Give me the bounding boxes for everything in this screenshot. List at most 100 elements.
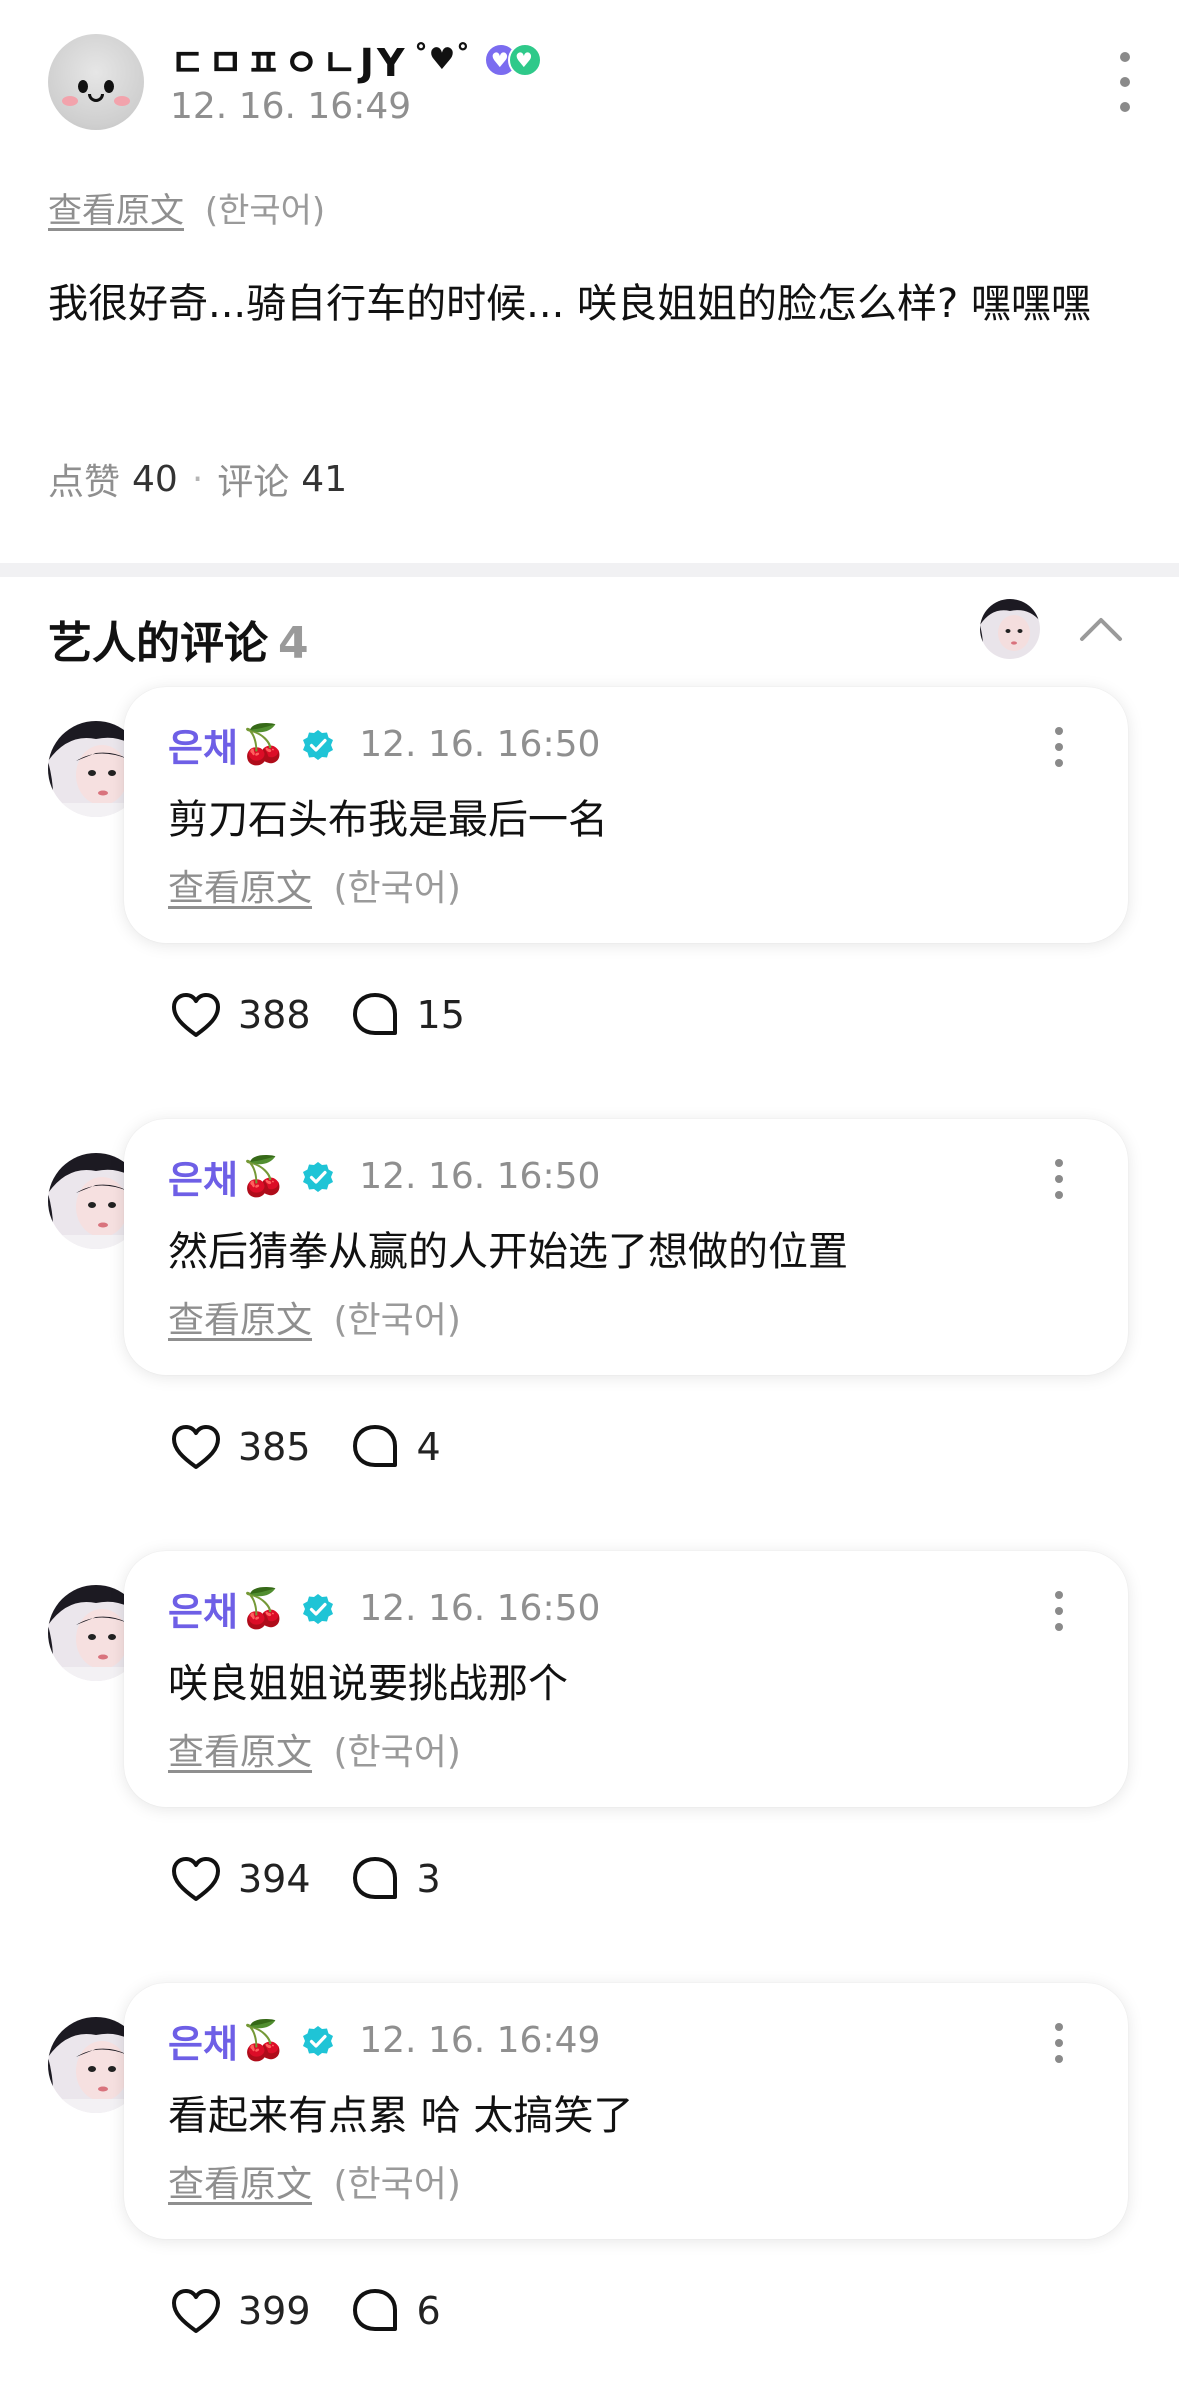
verified-badge-icon — [303, 2025, 334, 2056]
comment-translate-row: 查看原文 (한국어) — [168, 2155, 461, 2207]
artist-comments-list: 은채 🍒 12. 16. 16:50 剪刀石头布我是最后一名 查看原文 (한국어… — [0, 687, 1179, 2381]
heart-icon[interactable] — [168, 1851, 224, 1907]
artist-comment: 은채 🍒 12. 16. 16:50 咲良姐姐说要挑战那个 查看原文 (한국어)… — [0, 1551, 1179, 1983]
verified-badge-icon — [303, 1593, 334, 1624]
artist-comment: 은채 🍒 12. 16. 16:50 然后猜拳从赢的人开始选了想做的位置 查看原… — [0, 1119, 1179, 1551]
author-name-decoration: ˚♥˚ — [413, 42, 471, 77]
post-timestamp: 12. 16. 16:49 — [170, 86, 412, 127]
view-original-link[interactable]: 查看原文 — [48, 191, 184, 231]
comment-header: 은채 🍒 12. 16. 16:49 — [168, 2013, 600, 2068]
artist-name[interactable]: 은채 — [168, 1149, 238, 1204]
artist-name[interactable]: 은채 — [168, 2013, 238, 2068]
comment-timestamp: 12. 16. 16:50 — [359, 724, 601, 765]
author-name[interactable]: ㄷㅁㅍㅇㄴJY — [170, 32, 407, 87]
comment-header: 은채 🍒 12. 16. 16:50 — [168, 717, 600, 772]
post-more-options-icon[interactable] — [1119, 52, 1131, 112]
comment-timestamp: 12. 16. 16:49 — [359, 2020, 601, 2061]
comment-text: 看起来有点累 哈 太搞笑了 — [168, 2093, 634, 2139]
reply-count: 6 — [416, 2289, 441, 2333]
comment-actions: 399 6 — [168, 2283, 441, 2339]
comment-more-options-icon[interactable] — [1054, 727, 1064, 767]
like-count: 399 — [238, 2289, 311, 2333]
heart-icon[interactable] — [168, 987, 224, 1043]
avatar-mouth — [88, 94, 104, 102]
section-title: 艺人的评论 4 — [48, 607, 309, 671]
author-avatar[interactable] — [48, 34, 144, 130]
comment-actions: 394 3 — [168, 1851, 441, 1907]
likes-label[interactable]: 点赞 — [48, 453, 120, 505]
like-count: 385 — [238, 1425, 311, 1469]
avatar-eye — [78, 80, 88, 93]
comment-bubble[interactable]: 은채 🍒 12. 16. 16:50 咲良姐姐说要挑战那个 查看原文 (한국어) — [124, 1551, 1128, 1807]
comment-header: 은채 🍒 12. 16. 16:50 — [168, 1149, 600, 1204]
author-name-row[interactable]: ㄷㅁㅍㅇㄴJY ˚♥˚ ♥ ♥ — [170, 32, 543, 87]
post-card: ㄷㅁㅍㅇㄴJY ˚♥˚ ♥ ♥ 12. 16. 16:49 查看原文 (한국어)… — [0, 0, 1179, 563]
cherry-emoji: 🍒 — [239, 722, 288, 766]
heart-icon[interactable] — [168, 2283, 224, 2339]
heart-icon[interactable] — [168, 1419, 224, 1475]
comment-text: 剪刀石头布我是最后一名 — [168, 797, 608, 843]
post-body-text: 我很好奇...骑自行车的时候... 咲良姐姐的脸怎么样? 嘿嘿嘿 — [48, 281, 1091, 327]
chevron-up-icon[interactable] — [1078, 607, 1124, 653]
comment-bubble[interactable]: 은채 🍒 12. 16. 16:49 看起来有点累 哈 太搞笑了 查看原文 (한… — [124, 1983, 1128, 2239]
verified-badge-icon — [303, 729, 334, 760]
cherry-emoji: 🍒 — [239, 1154, 288, 1198]
artist-mini-avatar[interactable] — [980, 599, 1040, 659]
artist-comment: 은채 🍒 12. 16. 16:50 剪刀石头布我是最后一名 查看原文 (한국어… — [0, 687, 1179, 1119]
section-count: 4 — [278, 618, 309, 669]
verified-badge-icon — [303, 1161, 334, 1192]
original-language: (한국어) — [333, 1300, 461, 1341]
comment-translate-row: 查看原文 (한국어) — [168, 1291, 461, 1343]
original-language: (한국어) — [333, 868, 461, 909]
comment-bubble[interactable]: 은채 🍒 12. 16. 16:50 剪刀石头布我是最后一名 查看原文 (한국어… — [124, 687, 1128, 943]
comment-text: 咲良姐姐说要挑战那个 — [168, 1661, 568, 1707]
membership-badges: ♥ ♥ — [484, 42, 543, 77]
comment-timestamp: 12. 16. 16:50 — [359, 1588, 601, 1629]
reply-bubble-icon[interactable] — [347, 1419, 403, 1475]
artist-name[interactable]: 은채 — [168, 717, 238, 772]
reply-count: 15 — [416, 993, 465, 1037]
comments-count: 41 — [301, 458, 348, 500]
like-count: 394 — [238, 1857, 311, 1901]
comments-label[interactable]: 评论 — [217, 453, 289, 505]
post-stats: 点赞 40 · 评论 41 — [48, 453, 347, 505]
view-original-link[interactable]: 查看原文 — [168, 1300, 312, 1341]
post-translate-row: 查看原文 (한국어) — [48, 183, 325, 232]
comment-translate-row: 查看原文 (한국어) — [168, 859, 461, 911]
avatar-cheek — [114, 96, 130, 106]
artist-name[interactable]: 은채 — [168, 1581, 238, 1636]
like-count: 388 — [238, 993, 311, 1037]
comment-header: 은채 🍒 12. 16. 16:50 — [168, 1581, 600, 1636]
comment-actions: 385 4 — [168, 1419, 441, 1475]
reply-bubble-icon[interactable] — [347, 987, 403, 1043]
comment-bubble[interactable]: 은채 🍒 12. 16. 16:50 然后猜拳从赢的人开始选了想做的位置 查看原… — [124, 1119, 1128, 1375]
comment-actions: 388 15 — [168, 987, 465, 1043]
comment-translate-row: 查看原文 (한국어) — [168, 1723, 461, 1775]
comment-more-options-icon[interactable] — [1054, 1591, 1064, 1631]
reply-count: 4 — [416, 1425, 441, 1469]
view-original-link[interactable]: 查看原文 — [168, 1732, 312, 1773]
avatar-eye — [104, 80, 114, 93]
separator-dot: · — [191, 458, 204, 500]
reply-count: 3 — [416, 1857, 441, 1901]
cherry-emoji: 🍒 — [239, 2018, 288, 2062]
original-language: (한국어) — [333, 1732, 461, 1773]
original-language: (한국어) — [204, 191, 326, 231]
artist-comments-header: 艺人的评论 4 — [0, 577, 1179, 687]
view-original-link[interactable]: 查看原文 — [168, 2164, 312, 2205]
comment-text: 然后猜拳从赢的人开始选了想做的位置 — [168, 1229, 848, 1275]
likes-count: 40 — [132, 458, 178, 500]
comment-more-options-icon[interactable] — [1054, 2023, 1064, 2063]
avatar-cheek — [62, 96, 78, 106]
comment-timestamp: 12. 16. 16:50 — [359, 1156, 601, 1197]
section-title-text: 艺人的评论 — [48, 618, 268, 669]
reply-bubble-icon[interactable] — [347, 1851, 403, 1907]
reply-bubble-icon[interactable] — [347, 2283, 403, 2339]
section-divider — [0, 563, 1179, 577]
green-heart-badge-icon: ♥ — [508, 42, 543, 77]
original-language: (한국어) — [333, 2164, 461, 2205]
view-original-link[interactable]: 查看原文 — [168, 868, 312, 909]
artist-comment: 은채 🍒 12. 16. 16:49 看起来有点累 哈 太搞笑了 查看原文 (한… — [0, 1983, 1179, 2381]
cherry-emoji: 🍒 — [239, 1586, 288, 1630]
comment-more-options-icon[interactable] — [1054, 1159, 1064, 1199]
